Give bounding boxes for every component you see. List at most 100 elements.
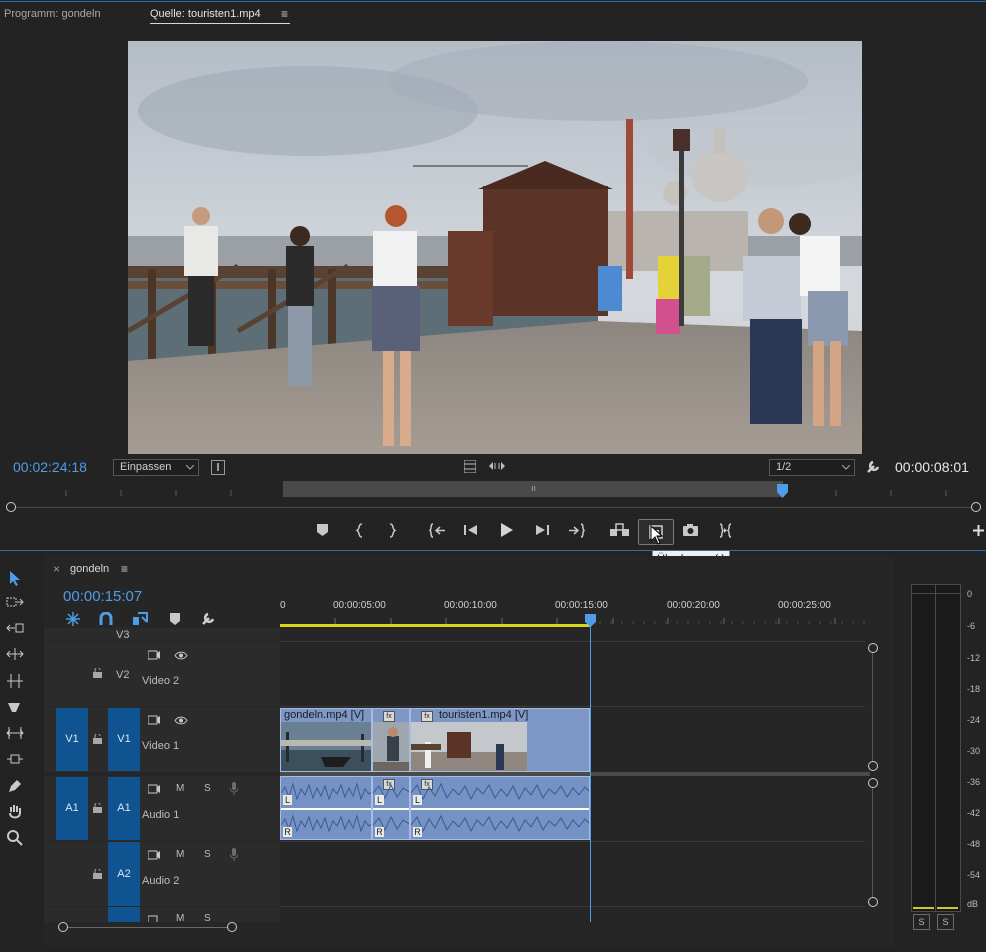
wrench-settings-icon[interactable] (866, 459, 881, 474)
mark-in-icon[interactable] (355, 523, 365, 538)
source-video-frame (128, 41, 862, 454)
drag-audio-icon[interactable] (488, 461, 506, 471)
source-playhead-marker[interactable] (777, 484, 788, 498)
sync-lock-icon[interactable] (148, 650, 160, 660)
zoom-handle-right[interactable] (971, 502, 981, 512)
resolution-dropdown[interactable]: 1/2 (769, 459, 855, 476)
go-to-in-icon[interactable] (429, 523, 446, 538)
microphone-icon[interactable] (230, 782, 238, 795)
video-scroll-handle-top[interactable] (868, 643, 878, 653)
track-divider (280, 841, 865, 842)
clip-touristen1-video[interactable]: fx touristen1.mp4 [V] (410, 708, 590, 772)
pen-tool-icon[interactable] (7, 778, 23, 794)
rolling-edit-tool-icon[interactable] (6, 648, 24, 660)
add-marker-icon[interactable] (170, 613, 180, 625)
sync-lock-icon[interactable] (148, 915, 160, 922)
step-forward-icon[interactable] (535, 524, 549, 536)
lock-icon[interactable] (93, 668, 102, 678)
sequence-tab-close-icon[interactable]: × (53, 562, 60, 576)
zoom-tool-icon[interactable] (7, 830, 23, 846)
video-scroll-handle-bottom[interactable] (868, 761, 878, 771)
solo-button[interactable]: S (204, 783, 211, 794)
track-target-a3[interactable] (108, 907, 140, 922)
clip-gondeln-audio[interactable]: L R (280, 776, 372, 840)
snap-magnet-icon[interactable] (99, 612, 113, 626)
tab-source-monitor[interactable]: Quelle: touristen1.mp4 (150, 8, 261, 20)
slip-tool-icon[interactable] (6, 726, 24, 740)
fit-dropdown[interactable]: Einpassen (113, 459, 199, 476)
audio-scroll-handle-bottom[interactable] (868, 897, 878, 907)
audio-scroll-handle-top[interactable] (868, 778, 878, 788)
timeline-zoom-scrollbar[interactable] (63, 927, 233, 928)
razor-tool-icon[interactable] (6, 700, 24, 714)
sequence-menu-icon[interactable]: ≡ (121, 562, 128, 576)
source-playhead-timecode[interactable]: 00:00:08:01 (895, 459, 969, 475)
rate-stretch-tool-icon[interactable] (6, 674, 24, 688)
resolution-dropdown-value: 1/2 (776, 461, 792, 473)
linked-selection-icon[interactable] (133, 612, 148, 627)
track-target-a1[interactable]: A1 (108, 777, 140, 840)
slide-tool-icon[interactable] (6, 752, 24, 766)
solo-right-button[interactable]: S (937, 914, 954, 930)
drop-frame-toggle-icon[interactable] (211, 460, 225, 475)
zoom-handle-left[interactable] (6, 502, 16, 512)
mute-button[interactable]: M (176, 783, 184, 794)
in-out-range-handle[interactable]: ıı (531, 483, 536, 493)
sequence-tab[interactable]: gondeln (70, 563, 109, 575)
sync-lock-icon[interactable] (148, 715, 160, 725)
zoom-handle-left[interactable] (58, 922, 68, 932)
sequence-timecode[interactable]: 00:00:15:07 (63, 588, 142, 605)
filmstrip-icon[interactable] (464, 460, 476, 473)
source-in-timecode[interactable]: 00:02:24:18 (13, 459, 87, 475)
clip-fx-video[interactable]: fx (372, 708, 410, 772)
track-target-v1[interactable]: V1 (108, 708, 140, 771)
export-frame-camera-icon[interactable] (683, 524, 698, 536)
nest-toggle-icon[interactable] (66, 612, 80, 626)
hand-tool-icon[interactable] (7, 804, 23, 820)
sync-lock-icon[interactable] (148, 850, 160, 860)
lock-icon[interactable] (93, 803, 102, 813)
source-time-ruler[interactable] (0, 479, 986, 501)
mark-out-icon[interactable] (387, 523, 397, 538)
eye-icon[interactable] (174, 651, 188, 660)
ruler-label-20s: 00:00:20:00 (667, 600, 720, 611)
track-target-a2[interactable]: A2 (108, 842, 140, 906)
tools-panel (0, 556, 40, 946)
add-marker-icon[interactable] (317, 524, 328, 536)
track-select-tool-icon[interactable] (6, 596, 24, 608)
clip-fx-audio[interactable]: fx L R (372, 776, 410, 840)
mute-button[interactable]: M (176, 849, 184, 860)
button-editor-plus-icon[interactable] (973, 525, 984, 536)
solo-button[interactable]: S (204, 849, 211, 860)
ripple-edit-tool-icon[interactable] (6, 622, 24, 634)
timeline-playhead-line[interactable] (590, 626, 591, 922)
sync-lock-icon[interactable] (148, 784, 160, 794)
play-icon[interactable] (500, 522, 514, 538)
tab-program-monitor[interactable]: Programm: gondeln (4, 8, 101, 20)
go-to-out-icon[interactable] (568, 523, 585, 538)
clip-gondeln-video[interactable]: gondeln.mp4 [V] (280, 708, 372, 772)
solo-left-button[interactable]: S (913, 914, 930, 930)
microphone-icon[interactable] (230, 848, 238, 861)
timeline-settings-wrench-icon[interactable] (201, 611, 216, 626)
source-patch-a1[interactable]: A1 (56, 777, 88, 840)
video-scrollbar-track[interactable] (872, 643, 873, 767)
solo-button[interactable]: S (204, 913, 211, 922)
insert-edit-range-icon[interactable] (717, 523, 734, 538)
selection-tool-icon[interactable] (9, 570, 21, 586)
ruler-label-10s: 00:00:10:00 (444, 600, 497, 611)
zoom-handle-right[interactable] (227, 922, 237, 932)
source-panel-menu-icon[interactable]: ≡ (281, 7, 288, 21)
lock-icon[interactable] (93, 734, 102, 744)
step-back-icon[interactable] (464, 524, 478, 536)
channel-label-l: L (375, 795, 384, 805)
source-patch-v1[interactable]: V1 (56, 708, 88, 771)
mute-button[interactable]: M (176, 913, 184, 922)
insert-icon[interactable] (610, 523, 629, 537)
clip-touristen1-audio[interactable]: fx L R (410, 776, 590, 840)
lock-icon[interactable] (93, 869, 102, 879)
audio-scrollbar-track[interactable] (872, 783, 873, 905)
track-target-v2[interactable]: V2 (116, 669, 129, 681)
source-zoom-scroll-track[interactable] (10, 507, 976, 508)
eye-icon[interactable] (174, 716, 188, 725)
